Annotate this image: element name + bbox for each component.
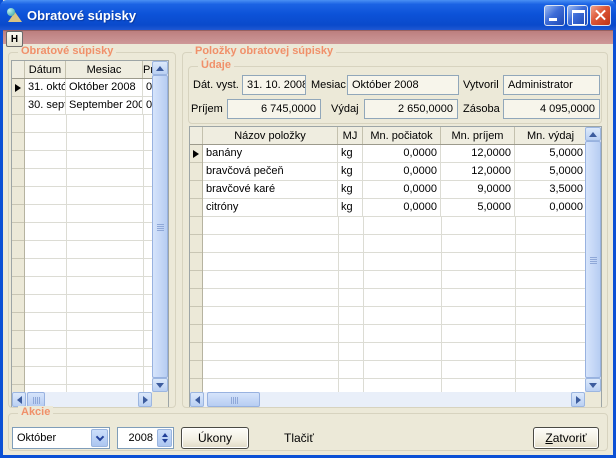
- cell-datum: 30. septe: [25, 97, 66, 114]
- spinner-updown-icon[interactable]: [157, 429, 172, 447]
- prijem-label: Príjem: [191, 99, 223, 119]
- left-grid-vscroll-thumb[interactable]: [152, 75, 168, 378]
- left-grid-hscrollbar[interactable]: [12, 392, 152, 407]
- left-grid-vscrollbar[interactable]: [152, 61, 168, 392]
- left-grid-hscroll-thumb[interactable]: [27, 392, 45, 407]
- cell-mj: kg: [338, 199, 363, 216]
- vytvoril-field[interactable]: Administrator: [503, 75, 600, 95]
- vydaj-field[interactable]: 2 650,0000: [364, 99, 458, 119]
- cell-prijem: 12,0000: [441, 145, 515, 162]
- scroll-down-icon[interactable]: [585, 378, 601, 392]
- left-group-title: Obratové súpisky: [18, 45, 116, 57]
- app-logo-icon: [7, 7, 23, 23]
- table-row[interactable]: bravčové karé kg 0,0000 9,0000 3,5000: [203, 181, 586, 199]
- title-bar[interactable]: Obratové súpisky: [0, 0, 616, 30]
- cell-pociatok: 0,0000: [363, 181, 441, 198]
- close-window-button[interactable]: Zatvoriť: [533, 427, 599, 449]
- ukony-button[interactable]: Úkony: [181, 427, 249, 449]
- cell-nazov: citróny: [203, 199, 338, 216]
- items-grid-hscrollbar[interactable]: [190, 392, 585, 407]
- cell-prijem: 5,0000: [441, 199, 515, 216]
- udaje-group-title: Údaje: [198, 59, 234, 71]
- mesiac-label: Mesiac: [311, 75, 346, 95]
- items-grid: Názov položky MJ Mn. počiatok Mn. príjem…: [189, 126, 602, 407]
- cell-pociatok: 0,0000: [363, 163, 441, 180]
- left-grid-header-indicator: [12, 61, 25, 78]
- table-row[interactable]: banány kg 0,0000 12,0000 5,0000: [203, 145, 586, 163]
- cell-pociatok: 0,0000: [363, 145, 441, 162]
- items-grid-indicator-column: [190, 145, 203, 392]
- cell-nazov: bravčová pečeň: [203, 163, 338, 180]
- table-row[interactable]: 30. septe September 2008 0: [25, 97, 153, 115]
- cell-mesiac: September 2008: [66, 97, 143, 114]
- cell-vydaj: 0,0000: [515, 199, 586, 216]
- scroll-up-icon[interactable]: [152, 61, 168, 75]
- dat-vyst-field[interactable]: 31. 10. 2008: [242, 75, 306, 95]
- items-grid-header-vydaj[interactable]: Mn. výdaj: [515, 127, 586, 144]
- left-grid-body: 31. októb Október 2008 0 30. septe Septe…: [12, 79, 153, 392]
- month-combobox-value: Október: [17, 432, 56, 444]
- scroll-up-icon[interactable]: [585, 127, 601, 141]
- app-window: Obratové súpisky H Obratové súpisky Dátu…: [0, 0, 616, 458]
- table-row[interactable]: 31. októb Október 2008 0: [25, 79, 153, 97]
- left-grid-header-datum[interactable]: Dátum: [25, 61, 66, 78]
- maximize-icon[interactable]: [567, 5, 588, 26]
- cell-vydaj: 5,0000: [515, 145, 586, 162]
- scroll-left-icon[interactable]: [190, 392, 204, 407]
- items-grid-header-pociatok[interactable]: Mn. počiatok: [363, 127, 441, 144]
- chevron-down-icon[interactable]: [91, 429, 108, 447]
- prijem-field[interactable]: 6 745,0000: [227, 99, 321, 119]
- items-grid-hscroll-thumb[interactable]: [207, 392, 260, 407]
- cell-mesiac: Október 2008: [66, 79, 143, 96]
- dat-vyst-label: Dát. vyst.: [193, 75, 239, 95]
- vydaj-label: Výdaj: [331, 99, 359, 119]
- tlacit-label[interactable]: Tlačiť: [284, 431, 314, 445]
- items-grid-header-prijem[interactable]: Mn. príjem: [441, 127, 515, 144]
- scroll-right-icon[interactable]: [571, 392, 585, 407]
- items-grid-vscroll-thumb[interactable]: [585, 141, 601, 378]
- vytvoril-label: Vytvoril: [463, 75, 499, 95]
- cell-prijem: 12,0000: [441, 163, 515, 180]
- left-grid-indicator-column: [12, 79, 25, 392]
- month-combobox[interactable]: Október: [12, 427, 110, 449]
- toolbar-band: [3, 30, 613, 44]
- items-grid-body: banány kg 0,0000 12,0000 5,0000 bravčová…: [190, 145, 586, 392]
- cell-prijem: 9,0000: [441, 181, 515, 198]
- h-button[interactable]: H: [6, 31, 23, 47]
- minimize-icon[interactable]: [544, 5, 565, 26]
- close-icon[interactable]: [590, 5, 611, 26]
- table-row[interactable]: bravčová pečeň kg 0,0000 12,0000 5,0000: [203, 163, 586, 181]
- left-grid: Dátum Mesiac Príjem 31. októb Október 20…: [11, 60, 169, 407]
- cell-datum: 31. októb: [25, 79, 66, 96]
- cell-nazov: bravčové karé: [203, 181, 338, 198]
- mesiac-field[interactable]: Október 2008: [347, 75, 459, 95]
- zasoba-label: Zásoba: [463, 99, 500, 119]
- table-row[interactable]: citróny kg 0,0000 5,0000 0,0000: [203, 199, 586, 217]
- scroll-right-icon[interactable]: [138, 392, 152, 407]
- cell-nazov: banány: [203, 145, 338, 162]
- left-grid-header-mesiac[interactable]: Mesiac: [66, 61, 143, 78]
- left-grid-header: Dátum Mesiac Príjem: [12, 61, 153, 79]
- items-grid-vscrollbar[interactable]: [585, 127, 601, 392]
- year-spinner[interactable]: 2008: [117, 427, 174, 449]
- items-grid-header: Názov položky MJ Mn. počiatok Mn. príjem…: [190, 127, 586, 145]
- current-row-marker: [15, 84, 21, 92]
- cell-vydaj: 5,0000: [515, 163, 586, 180]
- cell-mj: kg: [338, 145, 363, 162]
- right-group-title: Položky obratovej súpisky: [192, 45, 336, 57]
- items-grid-header-mj[interactable]: MJ: [338, 127, 363, 144]
- scroll-down-icon[interactable]: [152, 378, 168, 392]
- cell-vydaj: 3,5000: [515, 181, 586, 198]
- items-grid-header-indicator: [190, 127, 203, 144]
- window-title: Obratové súpisky: [27, 8, 136, 23]
- year-spinner-value: 2008: [129, 432, 153, 444]
- scroll-left-icon[interactable]: [12, 392, 26, 407]
- akcie-group-title: Akcie: [18, 406, 53, 418]
- current-row-marker: [193, 150, 199, 158]
- cell-mj: kg: [338, 163, 363, 180]
- cell-pociatok: 0,0000: [363, 199, 441, 216]
- zasoba-field[interactable]: 4 095,0000: [503, 99, 600, 119]
- cell-mj: kg: [338, 181, 363, 198]
- items-grid-header-nazov[interactable]: Názov položky: [203, 127, 338, 144]
